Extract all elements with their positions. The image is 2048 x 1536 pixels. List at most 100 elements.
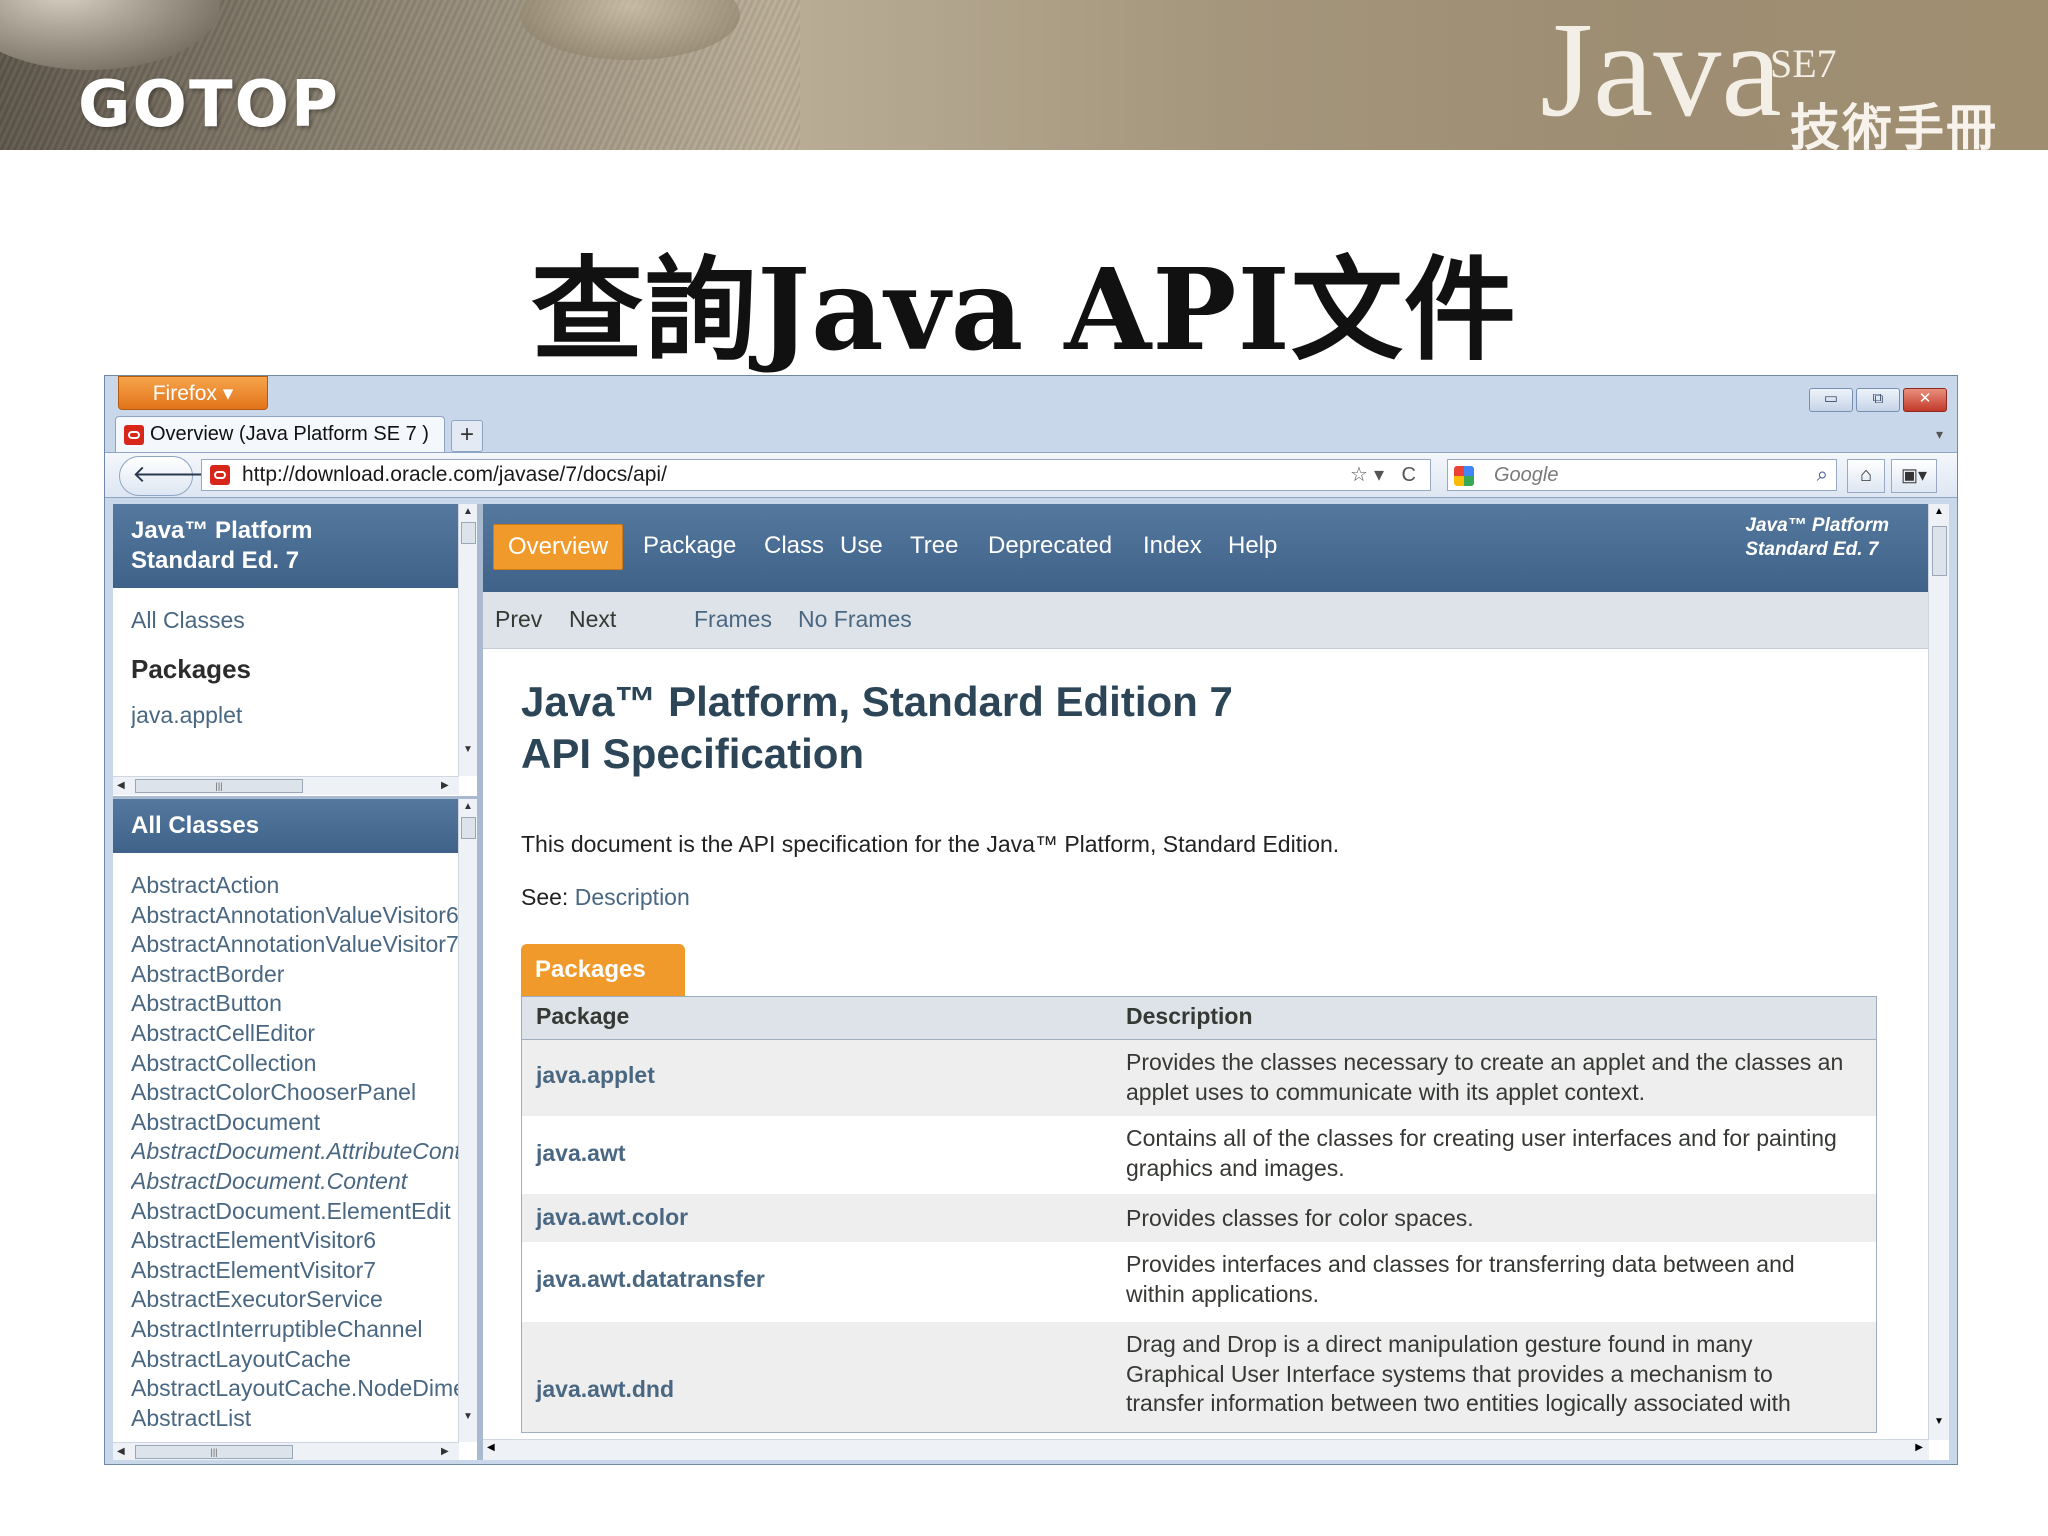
nav-use[interactable]: Use: [840, 524, 883, 568]
nav-help[interactable]: Help: [1228, 524, 1277, 568]
package-link[interactable]: java.awt.datatransfer: [536, 1266, 765, 1293]
package-description: Drag and Drop is a direct manipulation g…: [1126, 1331, 1791, 1416]
home-icon[interactable]: ⌂: [1847, 459, 1885, 493]
horizontal-scrollbar[interactable]: ◀ ||| ▶: [113, 776, 459, 795]
java-logo: Java: [1540, 0, 1782, 145]
intro-text: This document is the API specification f…: [521, 831, 1340, 857]
frame-header: Java™ Platform Standard Ed. 7: [113, 504, 477, 588]
navigation-toolbar: 🡐 🡒 http://download.oracle.com/javase/7/…: [105, 452, 1957, 498]
horizontal-scrollbar[interactable]: ◀ ▶: [483, 1439, 1929, 1460]
brand-logo: GOTOP: [78, 68, 340, 142]
close-button[interactable]: ✕: [1903, 388, 1947, 412]
class-link[interactable]: AbstractDocument.ElementEdit: [131, 1197, 459, 1227]
package-link[interactable]: java.awt.dnd: [536, 1376, 674, 1403]
page-content: Java™ Platform Standard Ed. 7 All Classe…: [113, 504, 1949, 1460]
package-link[interactable]: java.awt.color: [536, 1204, 688, 1231]
sub-navbar: Prev Next Frames No Frames: [483, 592, 1929, 649]
page-title-line1: Java™ Platform, Standard Edition 7: [521, 678, 1233, 725]
firefox-menu-button[interactable]: Firefox ▾: [118, 376, 268, 410]
prev-link: Prev: [495, 606, 543, 632]
class-link[interactable]: AbstractAction: [131, 871, 459, 901]
see-line: See: Description: [521, 884, 690, 911]
package-link[interactable]: java.awt: [536, 1140, 626, 1167]
slide-title: 查詢Java API文件: [531, 245, 1517, 376]
page-title-line2: API Specification: [521, 730, 865, 777]
search-icon[interactable]: ⌕: [1817, 460, 1828, 490]
class-link[interactable]: AbstractList: [131, 1404, 459, 1434]
description-link[interactable]: Description: [575, 884, 690, 910]
see-label: See:: [521, 884, 575, 910]
no-frames-link[interactable]: No Frames: [798, 602, 912, 636]
slide-banner: GOTOP Java SE7 技術手冊: [0, 0, 2048, 150]
package-link[interactable]: java.applet: [131, 701, 459, 731]
top-navbar: Overview Package Class Use Tree Deprecat…: [483, 504, 1929, 592]
column-header-description: Description: [1126, 1003, 1253, 1029]
class-link[interactable]: AbstractDocument.Content: [131, 1167, 459, 1197]
packages-table: Package Description java.applet Provides…: [521, 996, 1877, 1433]
maximize-button[interactable]: ⧉: [1856, 388, 1900, 412]
nav-tree[interactable]: Tree: [910, 524, 958, 568]
vertical-scrollbar[interactable]: ▲ ▼: [458, 504, 477, 776]
packages-frame: Java™ Platform Standard Ed. 7 All Classe…: [113, 504, 477, 799]
table-row: java.awt.datatransfer Provides interface…: [522, 1242, 1876, 1322]
vertical-scrollbar[interactable]: ▲ ▼: [458, 799, 477, 1442]
google-engine-icon[interactable]: [1454, 466, 1474, 486]
class-frame: Overview Package Class Use Tree Deprecat…: [483, 504, 1949, 1460]
nav-deprecated[interactable]: Deprecated: [988, 524, 1112, 568]
java-se7-label: SE7: [1770, 41, 1837, 86]
class-link[interactable]: AbstractElementVisitor6: [131, 1226, 459, 1256]
horizontal-scrollbar[interactable]: ◀ ||| ▶: [113, 1442, 459, 1460]
vertical-scrollbar[interactable]: ▲ ▼: [1928, 504, 1949, 1440]
oracle-favicon-icon: [124, 425, 144, 445]
nav-class[interactable]: Class: [764, 524, 824, 568]
class-link[interactable]: AbstractColorChooserPanel: [131, 1078, 459, 1108]
class-link[interactable]: AbstractDocument.AttributeContext: [131, 1137, 459, 1167]
class-link[interactable]: AbstractAnnotationValueVisitor7: [131, 930, 459, 960]
class-link[interactable]: AbstractLayoutCache: [131, 1345, 459, 1375]
class-link[interactable]: AbstractCellEditor: [131, 1019, 459, 1049]
class-link[interactable]: AbstractLayoutCache.NodeDimensions: [131, 1374, 459, 1404]
star-reload-icons[interactable]: ☆▾ C: [1350, 460, 1422, 490]
back-forward-group: 🡐 🡒: [119, 456, 224, 496]
class-link[interactable]: AbstractBorder: [131, 960, 459, 990]
class-link[interactable]: AbstractAnnotationValueVisitor6: [131, 901, 459, 931]
package-description: Contains all of the classes for creating…: [1126, 1125, 1837, 1181]
book-title: 技術手冊: [1790, 99, 1998, 150]
nav-index[interactable]: Index: [1143, 524, 1202, 568]
browser-window: Firefox ▾ ▭ ⧉ ✕ Overview (Java Platform …: [104, 375, 1958, 1465]
table-row: java.awt.color Provides classes for colo…: [522, 1194, 1876, 1242]
all-classes-link[interactable]: All Classes: [131, 606, 459, 636]
all-classes-frame: All Classes AbstractAction AbstractAnnota…: [113, 799, 477, 1460]
class-link[interactable]: AbstractElementVisitor7: [131, 1256, 459, 1286]
frames-link[interactable]: Frames: [694, 602, 772, 636]
url-bar[interactable]: http://download.oracle.com/javase/7/docs…: [201, 459, 1431, 491]
package-description: Provides interfaces and classes for tran…: [1126, 1251, 1795, 1307]
browser-tab[interactable]: Overview (Java Platform SE 7 ): [115, 416, 445, 452]
packages-heading: Packages: [131, 653, 251, 684]
about-platform: Java™ Platform Standard Ed. 7: [1745, 515, 1889, 560]
class-link[interactable]: AbstractDocument: [131, 1108, 459, 1138]
tab-list-chevron-icon[interactable]: ▾: [1936, 426, 1943, 443]
window-controls: ▭ ⧉ ✕: [1809, 388, 1947, 412]
search-input[interactable]: Google ⌕: [1447, 459, 1837, 491]
frame-header: All Classes: [113, 799, 477, 853]
package-description: Provides the classes necessary to create…: [1126, 1049, 1844, 1105]
column-header-package: Package: [536, 1003, 630, 1029]
class-link[interactable]: AbstractButton: [131, 989, 459, 1019]
page-title: Java™ Platform, Standard Edition 7 API S…: [521, 676, 1233, 780]
class-link[interactable]: AbstractExecutorService: [131, 1285, 459, 1315]
table-row: java.applet Provides the classes necessa…: [522, 1040, 1876, 1116]
search-placeholder: Google: [1494, 464, 1559, 486]
nav-package[interactable]: Package: [643, 524, 736, 568]
minimize-button[interactable]: ▭: [1809, 388, 1853, 412]
class-link[interactable]: AbstractInterruptibleChannel: [131, 1315, 459, 1345]
tab-title: Overview (Java Platform SE 7 ): [150, 423, 429, 445]
class-link[interactable]: AbstractCollection: [131, 1049, 459, 1079]
package-description: Provides classes for color spaces.: [1126, 1205, 1474, 1231]
new-tab-button[interactable]: +: [451, 420, 483, 452]
package-link[interactable]: java.applet: [536, 1062, 655, 1089]
bookmarks-icon[interactable]: ▣▾: [1891, 459, 1937, 493]
table-row: java.awt Contains all of the classes for…: [522, 1116, 1876, 1194]
nav-overview[interactable]: Overview: [493, 524, 624, 570]
table-header: Package Description: [522, 997, 1876, 1040]
